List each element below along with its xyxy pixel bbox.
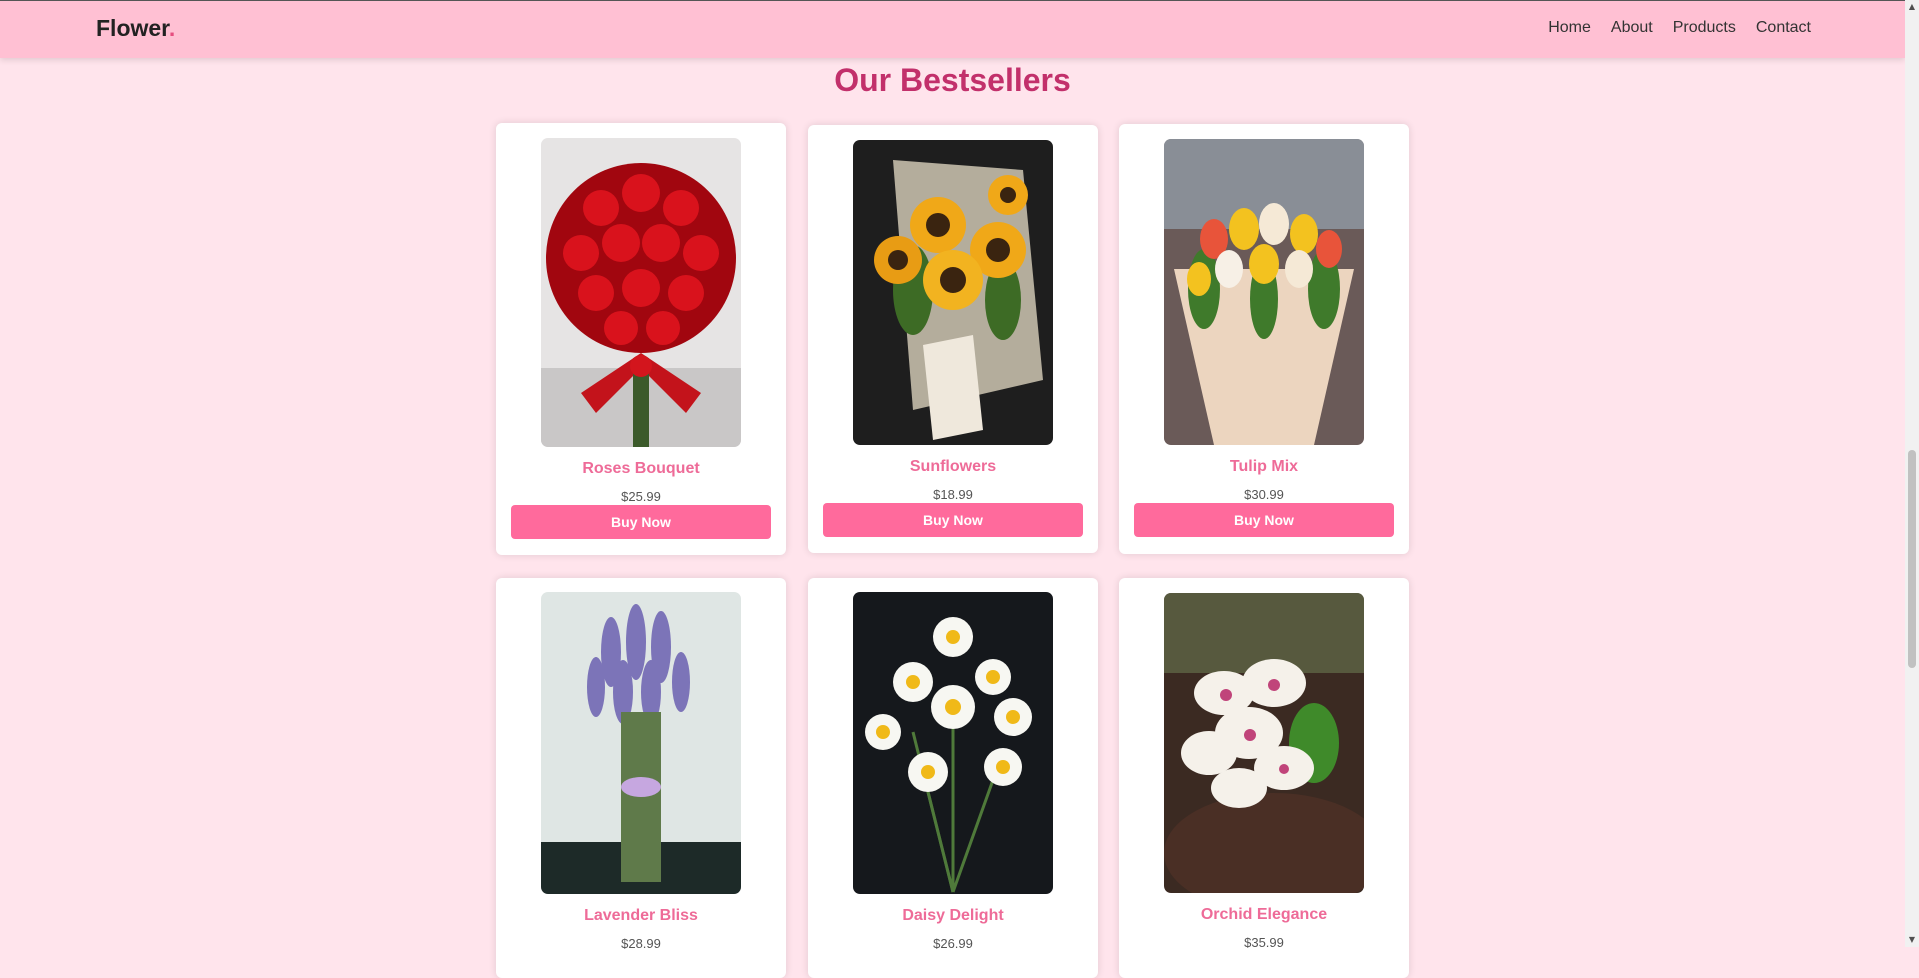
product-card-lavender: Lavender Bliss $28.99 [496, 578, 786, 978]
buy-now-button[interactable]: Buy Now [1134, 503, 1394, 537]
product-image-sunflowers [853, 140, 1053, 445]
product-card-daisies: Daisy Delight $26.99 [808, 578, 1098, 978]
top-navbar: Flower. Home About Products Contact [0, 0, 1905, 58]
product-price: $30.99 [1244, 487, 1284, 502]
scrollbar-thumb[interactable] [1908, 450, 1916, 668]
scroll-up-arrow-icon[interactable]: ▲ [1905, 0, 1919, 14]
nav-about-link[interactable]: About [1611, 19, 1653, 37]
section-title: Our Bestsellers [834, 62, 1071, 98]
product-image-lavender [541, 592, 741, 894]
product-card-tulips: Tulip Mix $30.99 Buy Now [1119, 124, 1409, 554]
brand-name: Flower [96, 15, 169, 41]
nav-home-link[interactable]: Home [1548, 19, 1591, 37]
product-card-sunflowers: Sunflowers $18.99 Buy Now [808, 125, 1098, 553]
product-name: Roses Bouquet [582, 460, 700, 477]
nav-products-link[interactable]: Products [1673, 19, 1736, 37]
product-image-roses [541, 138, 741, 447]
product-name: Sunflowers [909, 458, 997, 475]
scrollbar[interactable]: ▲ ▼ [1905, 0, 1919, 947]
product-name: Lavender Bliss [584, 907, 698, 924]
brand-dot: . [168, 15, 176, 41]
brand-logo[interactable]: Flower. [96, 15, 175, 42]
buy-now-button[interactable]: Buy Now [511, 505, 771, 539]
product-card-roses: Roses Bouquet $25.99 Buy Now [496, 123, 786, 555]
scroll-down-arrow-icon[interactable]: ▼ [1905, 933, 1919, 947]
product-price: $28.99 [621, 936, 661, 951]
product-price: $26.99 [933, 936, 973, 951]
product-price: $18.99 [933, 487, 973, 502]
product-image-orchids [1164, 593, 1364, 893]
buy-now-button[interactable]: Buy Now [823, 503, 1083, 537]
product-name: Orchid Elegance [1200, 906, 1328, 923]
product-card-orchids: Orchid Elegance $35.99 [1119, 578, 1409, 978]
product-image-daisies [853, 592, 1053, 894]
product-price: $35.99 [1244, 935, 1284, 950]
nav-links: Home About Products Contact [1548, 19, 1811, 37]
product-name: Daisy Delight [902, 907, 1004, 924]
nav-contact-link[interactable]: Contact [1756, 19, 1811, 37]
product-image-tulips [1164, 139, 1364, 445]
product-price: $25.99 [621, 489, 661, 504]
product-name: Tulip Mix [1229, 458, 1299, 475]
